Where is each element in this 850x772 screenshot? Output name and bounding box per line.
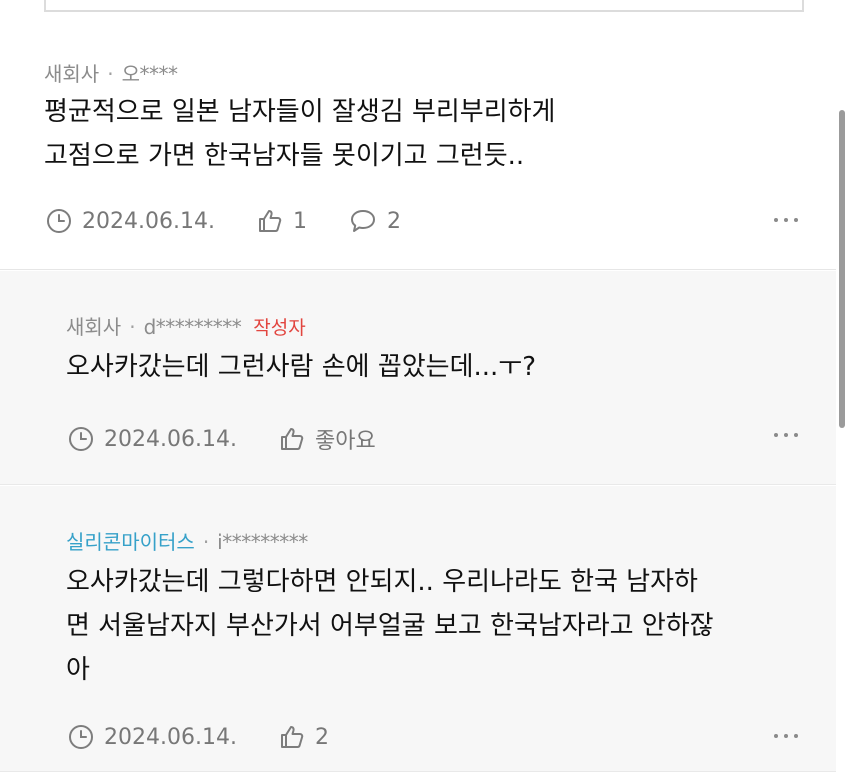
- comment-body-line: 아: [66, 655, 90, 685]
- comment-item: 새회사 · 오**** 평균적으로 일본 남자들이 잘생김 부리부리하게 고점으…: [0, 44, 836, 270]
- reply-count: 2: [386, 208, 401, 234]
- thumbs-up-icon: [258, 210, 282, 232]
- meta-separator: ·: [129, 315, 136, 339]
- like-count: 2: [314, 724, 329, 750]
- like-label: 좋아요: [314, 429, 376, 454]
- comment-actions: 2024.06.14. 1 2: [46, 208, 443, 234]
- clock-icon: [69, 725, 93, 749]
- comment-actions: 2024.06.14. 2: [68, 724, 371, 750]
- speech-bubble-icon: [350, 210, 375, 232]
- clock-icon: [47, 209, 71, 233]
- date-text: 2024.06.14.: [104, 426, 237, 452]
- reply-item: 실리콘마이터스 · i********* 오사카갔는데 그렇다하면 안되지.. …: [0, 486, 836, 772]
- comment-body: 오사카갔는데 그런사람 손에 꼽았는데...ㅜ?: [66, 345, 536, 389]
- more-dots-icon: [774, 433, 778, 437]
- meta-separator: ·: [107, 62, 114, 86]
- comment-body: 평균적으로 일본 남자들이 잘생김 부리부리하게 고점으로 가면 한국남자들 못…: [44, 90, 555, 178]
- comment-body-line: 면 서울남자지 부산가서 어부얼굴 보고 한국남자라고 안하잖: [66, 611, 714, 641]
- comment-masked-id: d*********: [143, 315, 242, 339]
- comment-body: 오사카갔는데 그렇다하면 안되지.. 우리나라도 한국 남자하 면 서울남자지 …: [66, 560, 714, 692]
- meta-separator: ·: [202, 530, 210, 554]
- like-button[interactable]: 2: [279, 724, 329, 750]
- thumbs-up-icon: [280, 428, 304, 450]
- like-button[interactable]: 1: [257, 208, 307, 234]
- like-count: 1: [292, 208, 307, 234]
- comment-body-line: 오사카갔는데 그렇다하면 안되지.. 우리나라도 한국 남자하: [66, 567, 698, 597]
- comment-masked-id: 오****: [121, 62, 178, 86]
- like-button[interactable]: 좋아요: [279, 423, 376, 455]
- scrollbar-track[interactable]: [836, 0, 850, 772]
- author-badge: 작성자: [253, 317, 306, 339]
- date-text: 2024.06.14.: [82, 208, 215, 234]
- comment-body-line: 평균적으로 일본 남자들이 잘생김 부리부리하게: [44, 97, 556, 127]
- comment-masked-id: i*********: [217, 530, 308, 554]
- reply-button[interactable]: 2: [349, 208, 401, 234]
- comment-nickname[interactable]: 새회사: [66, 311, 121, 340]
- comment-input-box[interactable]: [44, 0, 804, 12]
- date-text: 2024.06.14.: [104, 724, 237, 750]
- more-dots-icon: [774, 734, 778, 738]
- reply-item: 새회사 · d********* 작성자 오사카갔는데 그런사람 손에 꼽았는데…: [0, 271, 836, 485]
- comment-date: 2024.06.14.: [68, 426, 237, 452]
- comment-date: 2024.06.14.: [68, 724, 237, 750]
- comment-nickname[interactable]: 새회사: [44, 58, 99, 87]
- comment-meta: 새회사 · 오****: [44, 58, 178, 87]
- comment-date: 2024.06.14.: [46, 208, 215, 234]
- scrollbar-thumb[interactable]: [839, 110, 845, 428]
- comment-body-line: 오사카갔는데 그런사람 손에 꼽았는데...ㅜ?: [66, 352, 537, 382]
- clock-icon: [69, 427, 93, 451]
- thumbs-up-icon: [280, 726, 304, 748]
- comment-body-line: 고점으로 가면 한국남자들 못이기고 그런듯..: [44, 141, 525, 171]
- more-options-button[interactable]: [774, 431, 798, 439]
- more-options-button[interactable]: [774, 216, 798, 224]
- comment-nickname[interactable]: 실리콘마이터스: [66, 526, 195, 555]
- more-dots-icon: [774, 218, 778, 222]
- more-options-button[interactable]: [774, 732, 798, 740]
- comment-meta: 실리콘마이터스 · i*********: [66, 526, 308, 555]
- comment-actions: 2024.06.14. 좋아요: [68, 423, 418, 455]
- comment-meta: 새회사 · d********* 작성자: [66, 311, 306, 340]
